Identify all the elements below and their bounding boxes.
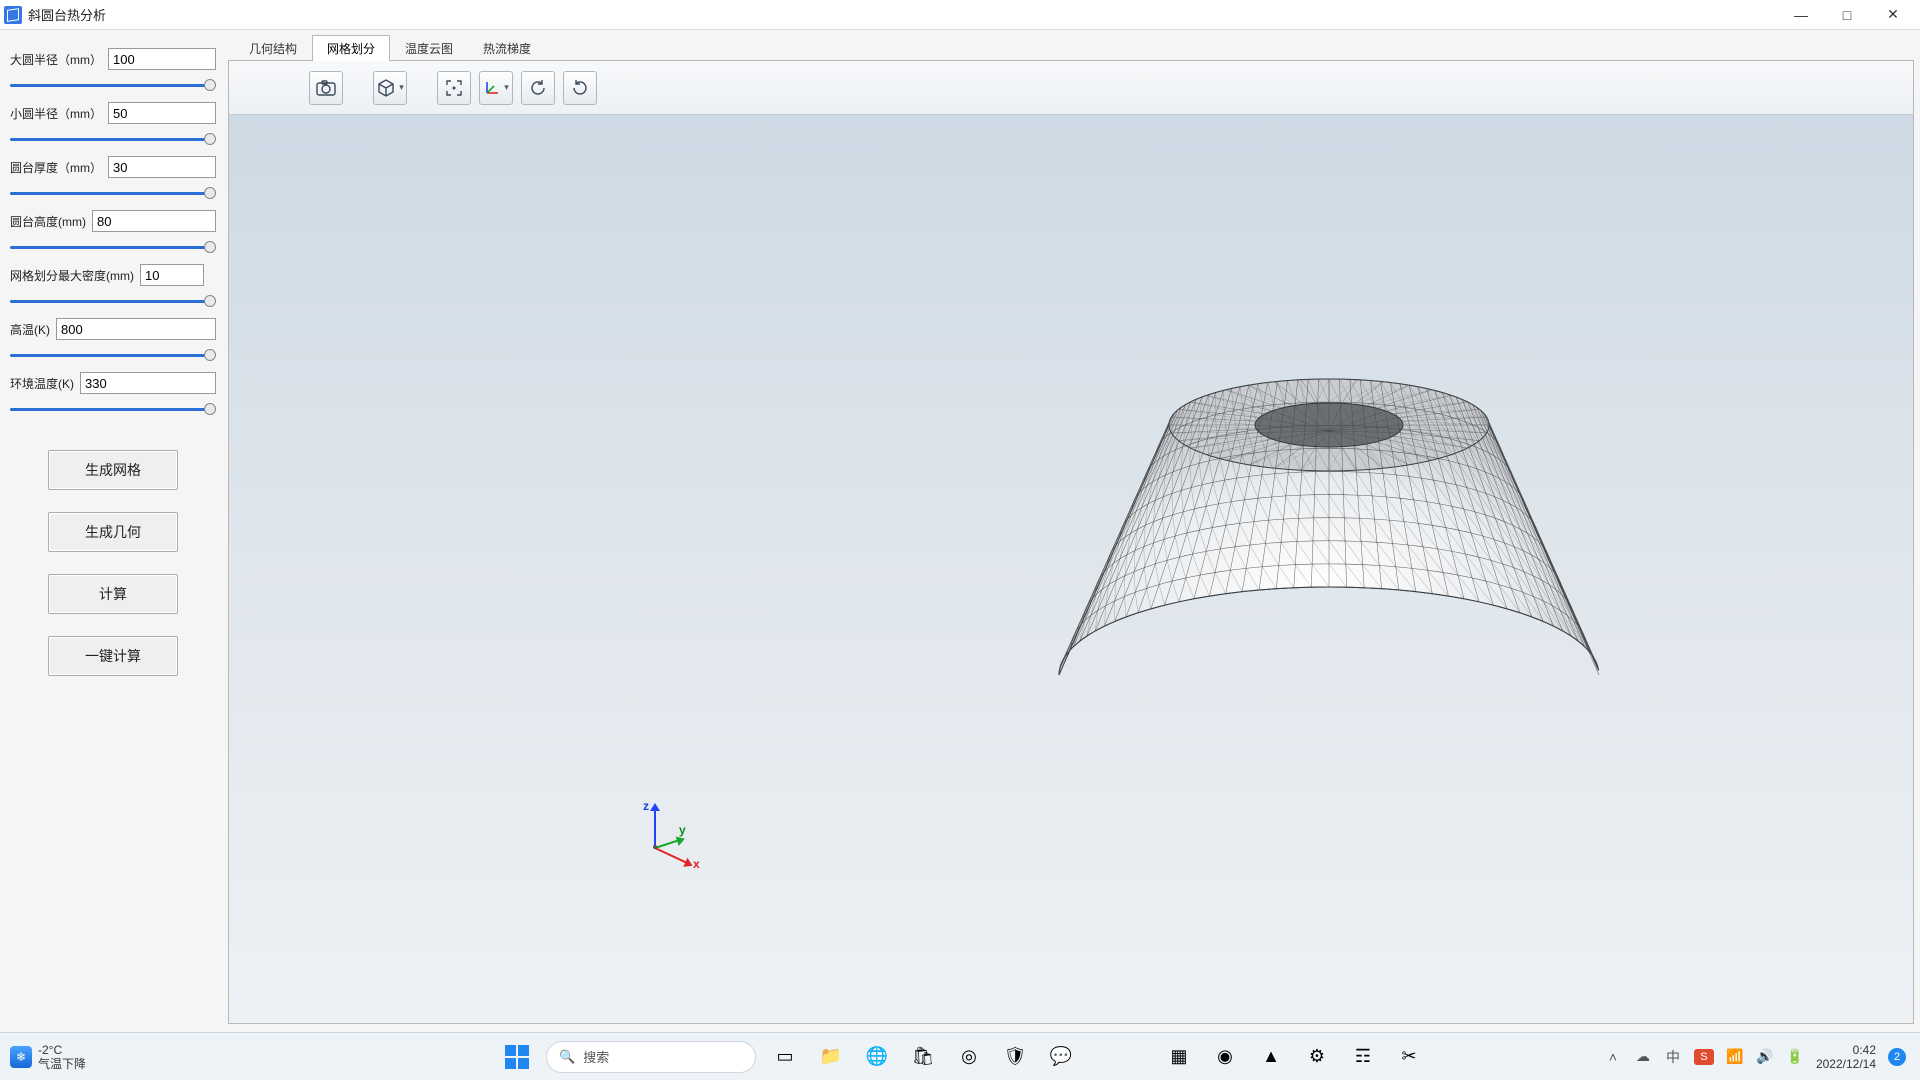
app1-icon[interactable]: ▦: [1162, 1040, 1196, 1074]
param-big-radius: 大圆半径（mm）: [10, 48, 216, 92]
comsol-icon[interactable]: ☶: [1346, 1040, 1380, 1074]
mcafee-icon[interactable]: 🛡: [998, 1040, 1032, 1074]
tab-mesh[interactable]: 网格划分: [312, 35, 390, 61]
clock-date: 2022/12/14: [1816, 1057, 1876, 1071]
label-big-radius: 大圆半径（mm）: [10, 51, 102, 68]
close-button[interactable]: ✕: [1870, 0, 1916, 30]
start-button[interactable]: [500, 1040, 534, 1074]
one-click-compute-button[interactable]: 一键计算: [48, 636, 178, 676]
weather-icon[interactable]: ❄: [10, 1046, 32, 1068]
volume-icon[interactable]: 🔊: [1756, 1048, 1774, 1066]
param-high-temp: 高温(K): [10, 318, 216, 362]
search-placeholder: 搜索: [583, 1047, 609, 1066]
settings-icon[interactable]: ⚙: [1300, 1040, 1334, 1074]
taskview-icon[interactable]: ▭: [768, 1040, 802, 1074]
slider-thickness[interactable]: [10, 186, 216, 200]
app2-icon[interactable]: ◉: [1208, 1040, 1242, 1074]
app3-icon[interactable]: ▲: [1254, 1040, 1288, 1074]
edge-icon[interactable]: 🌐: [860, 1040, 894, 1074]
tab-heat-flux[interactable]: 热流梯度: [468, 35, 546, 61]
cube-view-icon[interactable]: [373, 71, 407, 105]
input-env-temp[interactable]: [80, 372, 216, 394]
app-icon: [4, 6, 22, 24]
taskbar-search[interactable]: 🔍 搜索: [546, 1041, 756, 1073]
label-height: 圆台高度(mm): [10, 213, 86, 230]
axis-z-label: z: [643, 799, 649, 813]
clock-time: 0:42: [1816, 1043, 1876, 1057]
generate-mesh-button[interactable]: 生成网格: [48, 450, 178, 490]
label-small-radius: 小圆半径（mm）: [10, 105, 102, 122]
slider-height[interactable]: [10, 240, 216, 254]
param-small-radius: 小圆半径（mm）: [10, 102, 216, 146]
slider-high-temp[interactable]: [10, 348, 216, 362]
slider-small-radius[interactable]: [10, 132, 216, 146]
label-thickness: 圆台厚度（mm）: [10, 159, 102, 176]
3d-viewport[interactable]: z y x: [229, 115, 1913, 1023]
snip-icon[interactable]: ✂: [1392, 1040, 1426, 1074]
camera-icon[interactable]: [309, 71, 343, 105]
axis-x-label: x: [693, 857, 700, 871]
param-mesh-density: 网格划分最大密度(mm): [10, 264, 216, 308]
weather-temp: -2°C: [38, 1043, 86, 1057]
slider-env-temp[interactable]: [10, 402, 216, 416]
label-env-temp: 环境温度(K): [10, 375, 74, 392]
wechat-icon[interactable]: 💬: [1044, 1040, 1078, 1074]
taskbar: ❄ -2°C 气温下降 🔍 搜索 ▭ 📁 🌐 🛍 ◎ 🛡 💬 ▦ ◉ ▲ ⚙ ☶…: [0, 1032, 1920, 1080]
store-icon[interactable]: 🛍: [906, 1040, 940, 1074]
dell-icon[interactable]: ◎: [952, 1040, 986, 1074]
tab-temperature[interactable]: 温度云图: [390, 35, 468, 61]
battery-icon[interactable]: 🔋: [1786, 1048, 1804, 1066]
input-high-temp[interactable]: [56, 318, 216, 340]
app-title: 斜圆台热分析: [28, 5, 106, 24]
cloud-icon[interactable]: ☁: [1634, 1048, 1652, 1066]
slider-mesh-density[interactable]: [10, 294, 216, 308]
titlebar: 斜圆台热分析 ― □ ✕: [0, 0, 1920, 30]
axes-icon[interactable]: [479, 71, 513, 105]
param-height: 圆台高度(mm): [10, 210, 216, 254]
wifi-icon[interactable]: 📶: [1726, 1048, 1744, 1066]
notifications-badge[interactable]: 2: [1888, 1048, 1906, 1066]
minimize-button[interactable]: ―: [1778, 0, 1824, 30]
axis-y-label: y: [679, 823, 686, 837]
viewer-toolbar: [229, 61, 1913, 115]
tray-chevron-icon[interactable]: ˄: [1604, 1048, 1622, 1066]
viewer-frame: z y x: [228, 60, 1914, 1024]
compute-button[interactable]: 计算: [48, 574, 178, 614]
sogou-icon[interactable]: S: [1694, 1049, 1714, 1065]
maximize-button[interactable]: □: [1824, 0, 1870, 30]
input-thickness[interactable]: [108, 156, 216, 178]
param-env-temp: 环境温度(K): [10, 372, 216, 416]
weather-desc: 气温下降: [38, 1057, 86, 1071]
generate-geometry-button[interactable]: 生成几何: [48, 512, 178, 552]
search-icon: 🔍: [559, 1049, 575, 1065]
input-height[interactable]: [92, 210, 216, 232]
slider-big-radius[interactable]: [10, 78, 216, 92]
axes-triad: z y x: [629, 803, 699, 873]
fit-view-icon[interactable]: [437, 71, 471, 105]
taskbar-clock[interactable]: 0:42 2022/12/14: [1816, 1043, 1876, 1071]
file-explorer-icon[interactable]: 📁: [814, 1040, 848, 1074]
rotate-ccw-icon[interactable]: [521, 71, 555, 105]
parameters-panel: 大圆半径（mm） 小圆半径（mm） 圆台厚度（mm） 圆台高度(mm): [0, 30, 226, 1032]
input-small-radius[interactable]: [108, 102, 216, 124]
input-big-radius[interactable]: [108, 48, 216, 70]
mesh-model: [229, 115, 1909, 945]
tab-geometry[interactable]: 几何结构: [234, 35, 312, 61]
param-thickness: 圆台厚度（mm）: [10, 156, 216, 200]
label-high-temp: 高温(K): [10, 321, 50, 338]
viewer-panel: 几何结构 网格划分 温度云图 热流梯度: [226, 30, 1920, 1032]
input-mesh-density[interactable]: [140, 264, 204, 286]
tabs-row: 几何结构 网格划分 温度云图 热流梯度: [226, 34, 1914, 60]
weather-widget[interactable]: -2°C 气温下降: [38, 1043, 86, 1071]
label-mesh-density: 网格划分最大密度(mm): [10, 267, 134, 284]
rotate-cw-icon[interactable]: [563, 71, 597, 105]
ime-icon[interactable]: 中: [1664, 1048, 1682, 1066]
